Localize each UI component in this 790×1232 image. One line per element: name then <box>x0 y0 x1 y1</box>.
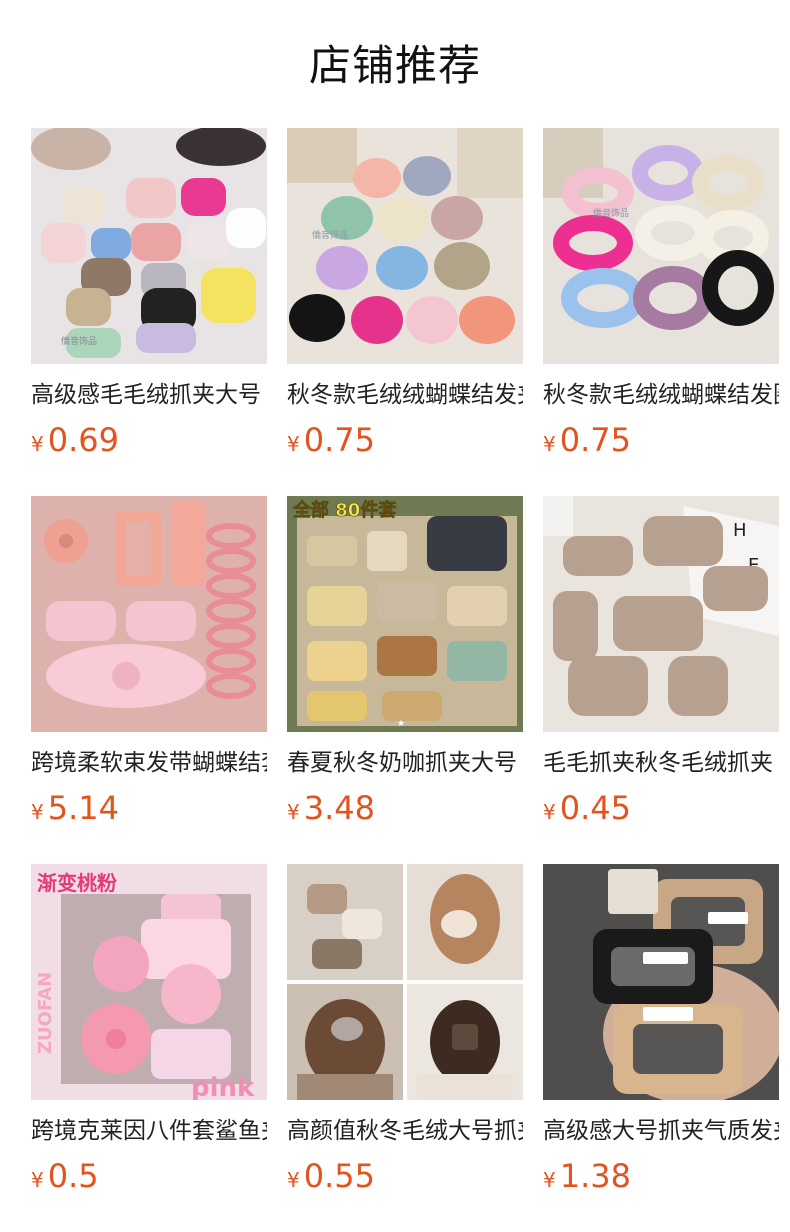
pink-gradient-clip-set-image: 渐变桃粉 ZUOFAN pink <box>31 864 267 1100</box>
product-image[interactable] <box>31 496 267 732</box>
currency-symbol: ¥ <box>31 432 44 456</box>
product-image[interactable] <box>543 864 779 1100</box>
currency-symbol: ¥ <box>543 800 556 824</box>
product-name[interactable]: 春夏秋冬奶咖抓夹大号 <box>287 748 523 778</box>
fluffy-butterfly-clips-image: 僑音饰品 <box>287 128 523 364</box>
product-card[interactable]: 跨境柔软束发带蝴蝶结套装 ¥5.14 <box>31 496 267 832</box>
product-price: ¥0.69 <box>31 422 267 464</box>
product-name[interactable]: 秋冬款毛绒绒蝴蝶结发圈 <box>543 380 779 410</box>
price-value: 0.45 <box>559 789 631 827</box>
product-name[interactable]: 跨境柔软束发带蝴蝶结套装 <box>31 748 267 778</box>
price-value: 1.38 <box>559 1157 631 1195</box>
product-price: ¥0.55 <box>287 1158 523 1200</box>
currency-symbol: ¥ <box>31 1168 44 1192</box>
fluffy-scrunchies-image: 僑音饰品 <box>543 128 779 364</box>
product-card[interactable]: 渐变桃粉 ZUOFAN pink 跨境克莱因八件套鲨鱼夹 ¥0.5 <box>31 864 267 1200</box>
image-overlay-text: pink <box>191 1073 255 1100</box>
image-overlay-text: 渐变桃粉 <box>37 871 117 895</box>
pink-hair-accessory-set-image <box>31 496 267 732</box>
svg-text:僑音饰品: 僑音饰品 <box>312 229 348 241</box>
product-name[interactable]: 高颜值秋冬毛绒大号抓夹 <box>287 1116 523 1146</box>
product-grid: 僑音饰品 高级感毛毛绒抓夹大号 ¥0.69 僑音饰品 秋冬款毛绒绒蝴蝶结发夹 ¥… <box>31 128 779 1200</box>
currency-symbol: ¥ <box>543 432 556 456</box>
product-name[interactable]: 秋冬款毛绒绒蝴蝶结发夹 <box>287 380 523 410</box>
price-value: 0.75 <box>303 421 375 459</box>
price-value: 0.55 <box>303 1157 375 1195</box>
page-title: 店铺推荐 <box>308 41 481 90</box>
product-name[interactable]: 高级感毛毛绒抓夹大号 <box>31 380 267 410</box>
price-value: 5.14 <box>47 789 119 827</box>
product-card[interactable]: 全部 80件套 ★ 春夏秋冬奶咖抓夹大号 ¥3.48 <box>287 496 523 832</box>
svg-text:僑音饰品: 僑音饰品 <box>593 207 629 219</box>
product-card[interactable]: 高级感大号抓夹气质发夹 ¥1.38 <box>543 864 779 1200</box>
image-overlay-text: 全部 80件套 <box>292 499 396 521</box>
product-price: ¥0.75 <box>287 422 523 464</box>
product-price: ¥5.14 <box>31 790 267 832</box>
currency-symbol: ¥ <box>287 800 300 824</box>
price-value: 0.5 <box>47 1157 99 1195</box>
beige-fluffy-claw-clips-image: H E <box>543 496 779 732</box>
product-price: ¥1.38 <box>543 1158 779 1200</box>
product-image[interactable]: 全部 80件套 ★ <box>287 496 523 732</box>
product-image[interactable] <box>287 864 523 1100</box>
product-card[interactable]: 僑音饰品 高级感毛毛绒抓夹大号 ¥0.69 <box>31 128 267 464</box>
large-rectangle-claw-clips-image <box>543 864 779 1100</box>
price-value: 0.75 <box>559 421 631 459</box>
product-image[interactable]: 僑音饰品 <box>543 128 779 364</box>
product-card[interactable]: H E 毛毛抓夹秋冬毛绒抓夹 ¥0.45 <box>543 496 779 832</box>
product-name[interactable]: 毛毛抓夹秋冬毛绒抓夹 <box>543 748 779 778</box>
product-card[interactable]: 高颜值秋冬毛绒大号抓夹 ¥0.55 <box>287 864 523 1200</box>
currency-symbol: ¥ <box>287 1168 300 1192</box>
svg-text:僑音饰品: 僑音饰品 <box>61 335 97 347</box>
hair-clip-model-collage-image <box>287 864 523 1100</box>
svg-text:H: H <box>733 520 747 541</box>
product-price: ¥0.75 <box>543 422 779 464</box>
currency-symbol: ¥ <box>31 800 44 824</box>
product-image[interactable]: 僑音饰品 <box>287 128 523 364</box>
product-name[interactable]: 高级感大号抓夹气质发夹 <box>543 1116 779 1146</box>
product-price: ¥3.48 <box>287 790 523 832</box>
price-value: 0.69 <box>47 421 119 459</box>
price-value: 3.48 <box>303 789 375 827</box>
currency-symbol: ¥ <box>287 432 300 456</box>
product-price: ¥0.45 <box>543 790 779 832</box>
product-image[interactable]: H E <box>543 496 779 732</box>
product-card[interactable]: 僑音饰品 秋冬款毛绒绒蝴蝶结发圈 ¥0.75 <box>543 128 779 464</box>
product-card[interactable]: 僑音饰品 秋冬款毛绒绒蝴蝶结发夹 ¥0.75 <box>287 128 523 464</box>
product-image[interactable]: 僑音饰品 <box>31 128 267 364</box>
fluffy-claw-clips-image: 僑音饰品 <box>31 128 267 364</box>
image-overlay-text: ZUOFAN <box>35 972 56 1054</box>
product-price: ¥0.5 <box>31 1158 267 1200</box>
svg-text:★: ★ <box>397 719 405 729</box>
product-name[interactable]: 跨境克莱因八件套鲨鱼夹 <box>31 1116 267 1146</box>
product-image[interactable]: 渐变桃粉 ZUOFAN pink <box>31 864 267 1100</box>
currency-symbol: ¥ <box>543 1168 556 1192</box>
claw-clip-set-image: 全部 80件套 ★ <box>287 496 523 732</box>
